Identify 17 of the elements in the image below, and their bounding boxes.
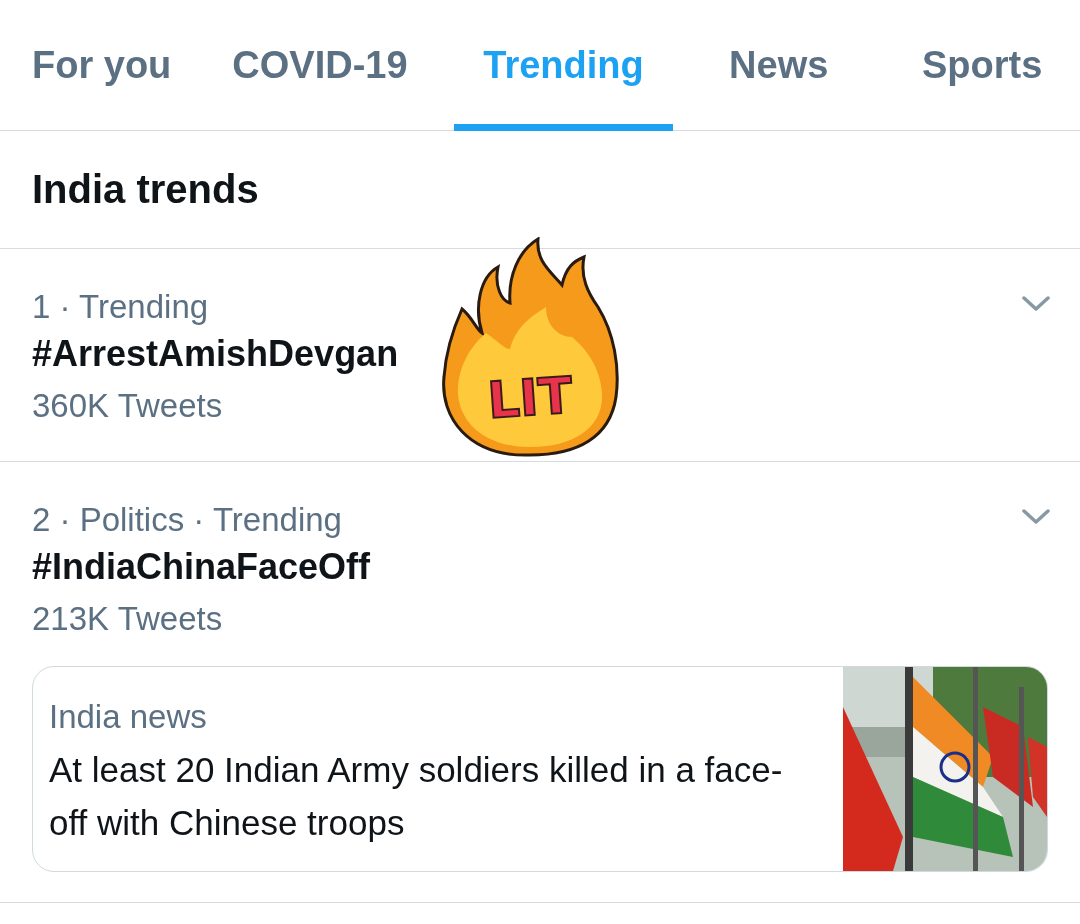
news-headline: At least 20 Indian Army soldiers killed in a face-off with Chinese troops — [49, 749, 784, 844]
tab[interactable]: Sports — [884, 0, 1080, 130]
tweet-count: 360K Tweets — [32, 386, 223, 426]
news-source: India news — [49, 697, 208, 737]
chevron-down-icon[interactable] — [1022, 295, 1050, 313]
news-card[interactable]: India news At least 20 Indian Army soldiers killed in a face-off with Chinese troops — [32, 666, 1048, 872]
section-title: India trends — [32, 167, 259, 212]
trend-meta: 1 · Trending — [32, 287, 209, 327]
trend-meta: 2 · Politics · Trending — [32, 500, 342, 540]
tab[interactable]: COVID-19 — [186, 0, 454, 130]
tab[interactable]: Trending — [454, 0, 674, 130]
tab[interactable]: For you — [0, 0, 186, 130]
hashtag-link[interactable]: #ArrestAmishDevgan — [32, 327, 399, 381]
tab[interactable]: News — [673, 0, 885, 130]
chevron-down-icon[interactable] — [1022, 508, 1050, 526]
hashtag-link[interactable]: #IndiaChinaFaceOff — [32, 540, 371, 594]
tweet-count: 213K Tweets — [32, 599, 223, 639]
